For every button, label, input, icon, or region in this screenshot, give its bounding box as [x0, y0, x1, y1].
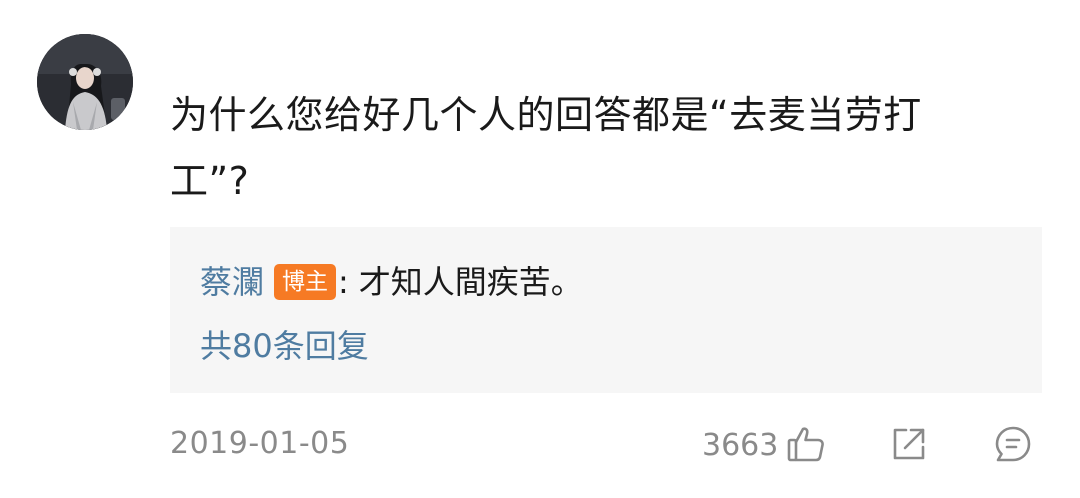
reply-author[interactable]: 蔡瀾 — [200, 259, 264, 305]
avatar-image — [37, 34, 133, 130]
author-badge: 博主 — [274, 264, 337, 300]
avatar[interactable] — [37, 34, 133, 130]
comment-date: 2019-01-05 — [170, 426, 350, 461]
comment-card: 为什么您给好几个人的回答都是“去麦当劳打工”? 蔡瀾 博主 : 才知人間疾苦。 … — [0, 0, 1080, 498]
comment-text: 为什么您给好几个人的回答都是“去麦当劳打工”? — [170, 93, 922, 203]
thumbs-up-icon[interactable] — [786, 424, 826, 464]
reply-text: 才知人間疾苦。 — [358, 263, 583, 301]
like-count: 3663 — [702, 428, 779, 463]
comment-icon[interactable] — [993, 424, 1033, 464]
share-icon[interactable] — [889, 424, 929, 464]
top-reply: 蔡瀾 博主 : 才知人間疾苦。 — [200, 259, 583, 305]
reply-colon: : — [338, 263, 349, 301]
reply-preview[interactable]: 蔡瀾 博主 : 才知人間疾苦。 共80条回复 — [170, 227, 1042, 393]
reply-count-link[interactable]: 共80条回复 — [200, 323, 369, 369]
